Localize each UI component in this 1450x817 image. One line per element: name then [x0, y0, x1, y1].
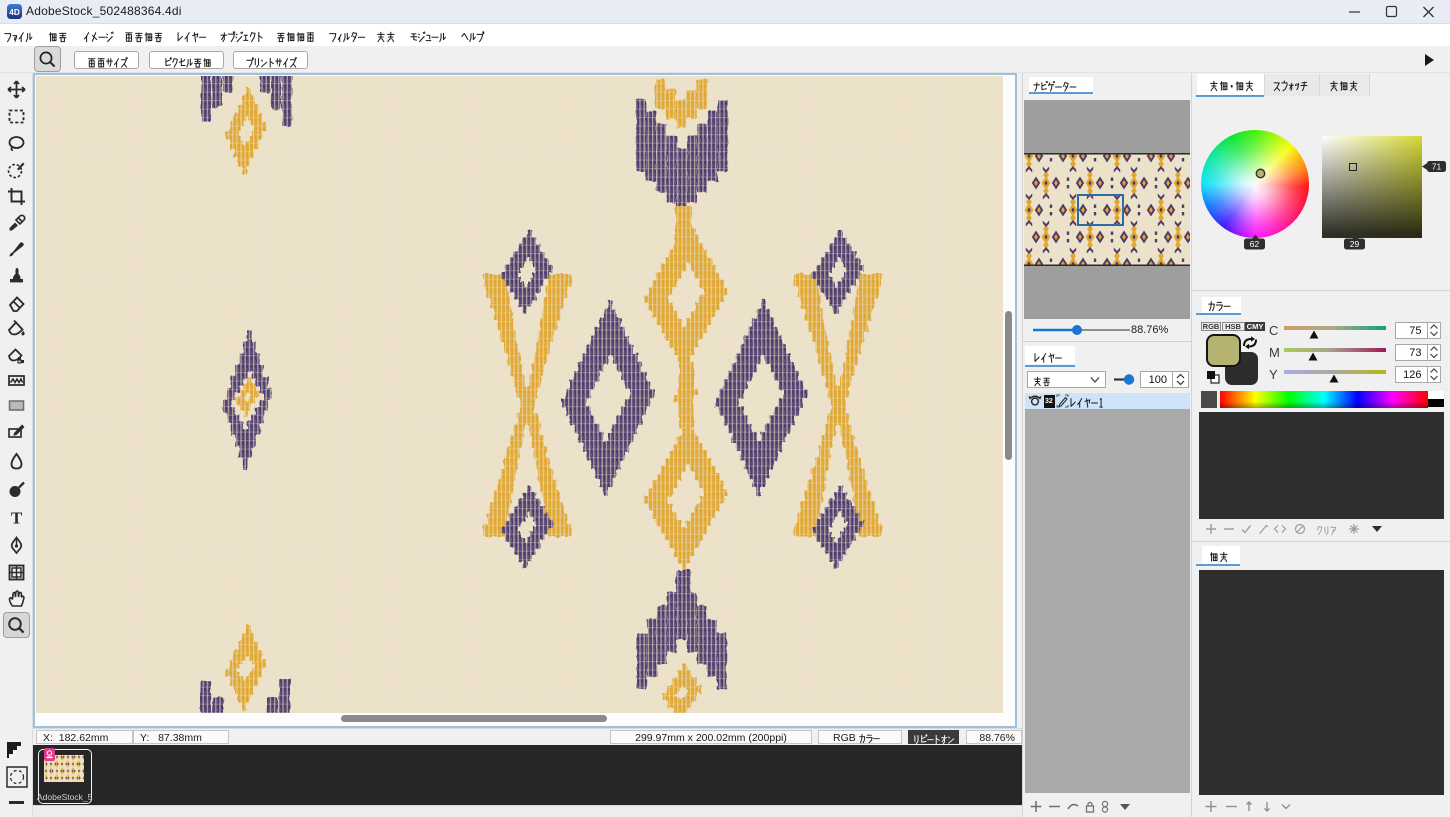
svg-text:T: T [11, 509, 23, 528]
svg-text:29: 29 [1350, 239, 1360, 249]
svg-text:62: 62 [1250, 239, 1260, 249]
svg-text:71: 71 [1432, 162, 1442, 172]
svg-text:4D: 4D [9, 8, 20, 17]
